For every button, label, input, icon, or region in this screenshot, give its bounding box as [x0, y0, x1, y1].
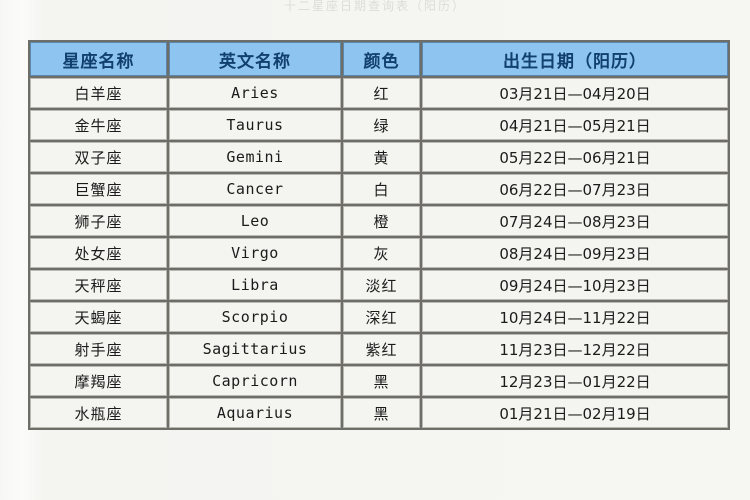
table-row: 双子座 Gemini 黄 05月22日—06月21日: [30, 142, 728, 172]
table-row: 天秤座 Libra 淡红 09月24日—10月23日: [30, 270, 728, 300]
cell-english-name: Aries: [169, 78, 341, 108]
cell-birth-date: 11月23日—12月22日: [422, 334, 728, 364]
cell-english-name: Leo: [169, 206, 341, 236]
table-row: 水瓶座 Aquarius 黑 01月21日—02月19日: [30, 398, 728, 428]
cell-english-name: Sagittarius: [169, 334, 341, 364]
table-row: 金牛座 Taurus 绿 04月21日—05月21日: [30, 110, 728, 140]
cell-zodiac-name: 双子座: [30, 142, 167, 172]
cell-zodiac-name: 天秤座: [30, 270, 167, 300]
cell-english-name: Aquarius: [169, 398, 341, 428]
cell-color: 黑: [343, 398, 420, 428]
cell-birth-date: 10月24日—11月22日: [422, 302, 728, 332]
cell-zodiac-name: 巨蟹座: [30, 174, 167, 204]
column-header-name: 星座名称: [30, 42, 167, 76]
cell-english-name: Libra: [169, 270, 341, 300]
table-row: 处女座 Virgo 灰 08月24日—09月23日: [30, 238, 728, 268]
cell-birth-date: 05月22日—06月21日: [422, 142, 728, 172]
cell-color: 绿: [343, 110, 420, 140]
cell-zodiac-name: 处女座: [30, 238, 167, 268]
column-header-color: 颜色: [343, 42, 420, 76]
cell-color: 灰: [343, 238, 420, 268]
table-row: 白羊座 Aries 红 03月21日—04月20日: [30, 78, 728, 108]
cell-zodiac-name: 摩羯座: [30, 366, 167, 396]
document-page: 十二星座日期查询表（阳历） 星座名称 英文名称 颜色 出生日期（阳历） 白羊座 …: [0, 0, 750, 500]
cell-english-name: Virgo: [169, 238, 341, 268]
cell-english-name: Capricorn: [169, 366, 341, 396]
cell-zodiac-name: 天蝎座: [30, 302, 167, 332]
cell-birth-date: 01月21日—02月19日: [422, 398, 728, 428]
cell-birth-date: 06月22日—07月23日: [422, 174, 728, 204]
cell-birth-date: 08月24日—09月23日: [422, 238, 728, 268]
table-row: 摩羯座 Capricorn 黑 12月23日—01月22日: [30, 366, 728, 396]
cell-birth-date: 04月21日—05月21日: [422, 110, 728, 140]
cell-color: 深红: [343, 302, 420, 332]
cell-color: 黑: [343, 366, 420, 396]
cell-color: 黄: [343, 142, 420, 172]
table-header-row: 星座名称 英文名称 颜色 出生日期（阳历）: [30, 42, 728, 76]
table-row: 巨蟹座 Cancer 白 06月22日—07月23日: [30, 174, 728, 204]
cell-birth-date: 12月23日—01月22日: [422, 366, 728, 396]
cell-color: 白: [343, 174, 420, 204]
column-header-date: 出生日期（阳历）: [422, 42, 728, 76]
cell-english-name: Gemini: [169, 142, 341, 172]
cell-english-name: Cancer: [169, 174, 341, 204]
cell-birth-date: 07月24日—08月23日: [422, 206, 728, 236]
cell-birth-date: 03月21日—04月20日: [422, 78, 728, 108]
cell-color: 橙: [343, 206, 420, 236]
cell-color: 红: [343, 78, 420, 108]
cell-english-name: Scorpio: [169, 302, 341, 332]
zodiac-table: 星座名称 英文名称 颜色 出生日期（阳历） 白羊座 Aries 红 03月21日…: [28, 40, 730, 430]
cell-zodiac-name: 射手座: [30, 334, 167, 364]
column-header-english: 英文名称: [169, 42, 341, 76]
table-row: 射手座 Sagittarius 紫红 11月23日—12月22日: [30, 334, 728, 364]
cell-zodiac-name: 狮子座: [30, 206, 167, 236]
cell-birth-date: 09月24日—10月23日: [422, 270, 728, 300]
cell-color: 淡红: [343, 270, 420, 300]
cell-english-name: Taurus: [169, 110, 341, 140]
page-top-caption: 十二星座日期查询表（阳历）: [283, 0, 466, 13]
cell-color: 紫红: [343, 334, 420, 364]
cell-zodiac-name: 金牛座: [30, 110, 167, 140]
table-row: 天蝎座 Scorpio 深红 10月24日—11月22日: [30, 302, 728, 332]
cell-zodiac-name: 白羊座: [30, 78, 167, 108]
table-row: 狮子座 Leo 橙 07月24日—08月23日: [30, 206, 728, 236]
zodiac-table-container: 星座名称 英文名称 颜色 出生日期（阳历） 白羊座 Aries 红 03月21日…: [28, 40, 730, 430]
cell-zodiac-name: 水瓶座: [30, 398, 167, 428]
